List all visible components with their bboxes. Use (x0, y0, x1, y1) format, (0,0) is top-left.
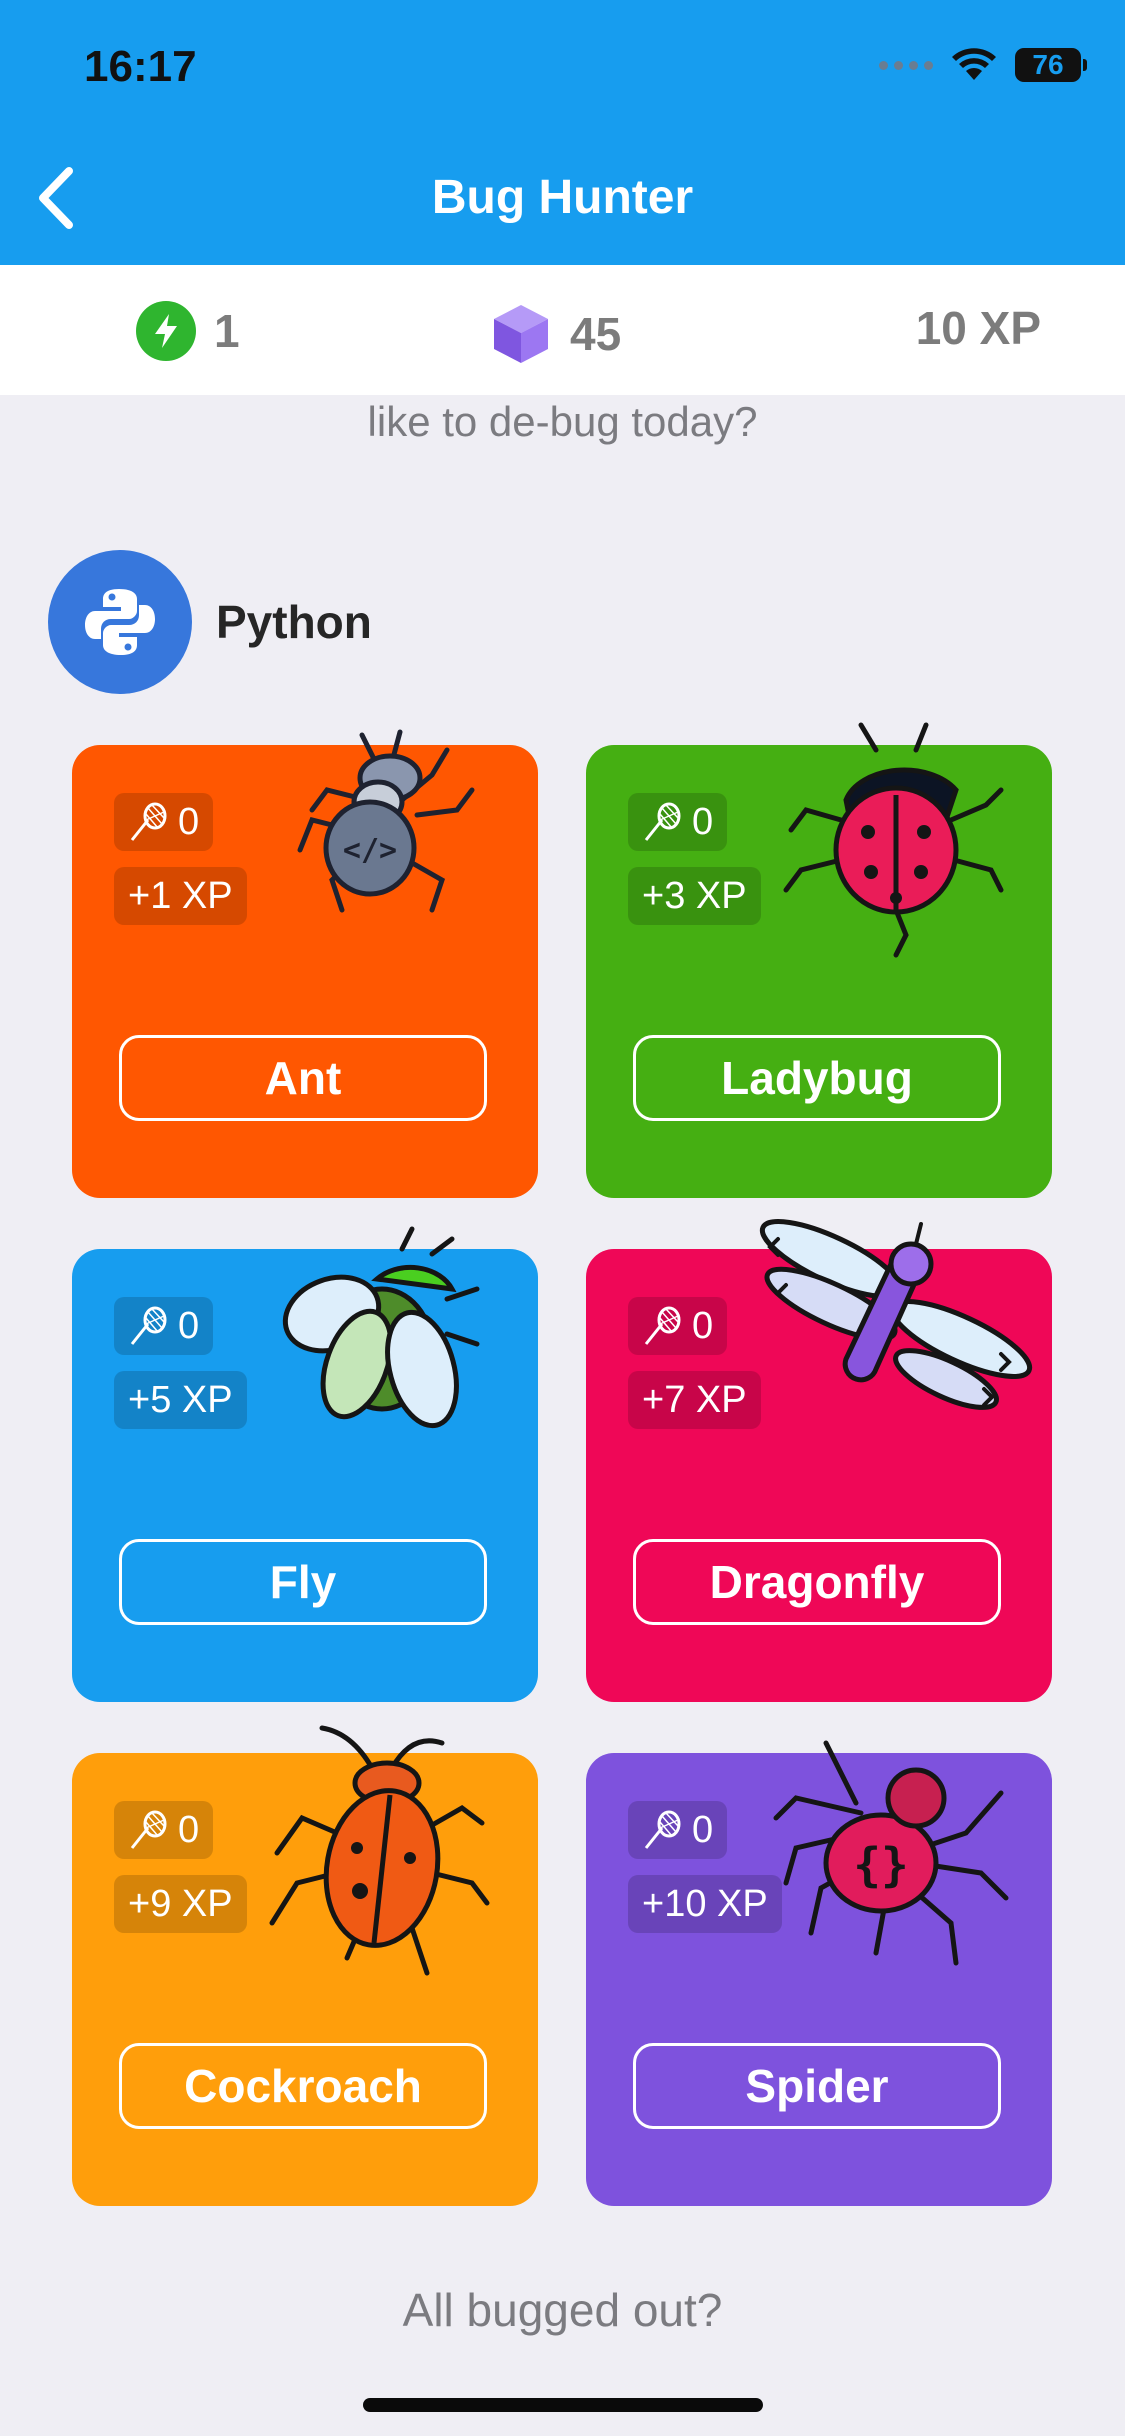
python-logo-icon (48, 550, 192, 694)
bug-net-icon (644, 1810, 681, 1849)
nets-count: 0 (178, 1808, 200, 1851)
dragonfly-icon (759, 1219, 1033, 1410)
nets-badge: 0 (114, 1297, 214, 1355)
gems-stat[interactable]: 45 (490, 301, 621, 367)
ant-button[interactable]: Ant (119, 1035, 487, 1121)
fly-icon (282, 1226, 480, 1429)
prompt-text: like to de-bug today? (367, 398, 758, 445)
bug-net-icon (644, 802, 681, 841)
nets-count: 0 (178, 1304, 200, 1347)
nets-count: 0 (692, 1304, 714, 1347)
ladybug-button[interactable]: Ladybug (633, 1035, 1001, 1121)
xp-reward-badge: +1 XP (114, 867, 247, 925)
xp-reward-badge: +7 XP (628, 1371, 761, 1429)
nets-badge: 0 (114, 1801, 214, 1859)
xp-reward-badge: +9 XP (114, 1875, 247, 1933)
bug-net-icon (130, 1810, 167, 1849)
nets-count: 0 (692, 1808, 714, 1851)
nets-count: 0 (178, 800, 200, 843)
cockroach-icon (269, 1725, 490, 1976)
status-time: 16:17 (84, 42, 197, 91)
energy-count: 1 (214, 305, 240, 357)
bug-net-icon (130, 802, 167, 841)
page-title: Bug Hunter (431, 171, 694, 224)
language-header: Python (48, 550, 372, 694)
bug-net-icon (644, 1306, 681, 1345)
bug-card-ant[interactable]: 0 +1 XP </> Ant (72, 729, 538, 1198)
bug-net-icon (130, 1306, 167, 1345)
nets-badge: 0 (628, 1297, 728, 1355)
cellular-signal-icon (879, 60, 933, 70)
lightning-icon (136, 301, 196, 361)
xp-reward-badge: +10 XP (628, 1875, 782, 1933)
home-indicator[interactable] (363, 2398, 763, 2412)
bug-card-spider[interactable]: 0 +10 XP {} Spider (586, 1740, 1052, 2206)
wifi-icon (952, 48, 996, 80)
ant-icon: </> (297, 729, 475, 913)
ladybug-icon (783, 722, 1004, 958)
xp-reward-badge: +3 XP (628, 867, 761, 925)
svg-text:</>: </> (343, 833, 397, 868)
xp-stat: 10 XP (916, 301, 1041, 355)
xp-total: 10 XP (915, 302, 1041, 354)
footer-text: All bugged out? (402, 2284, 723, 2336)
gems-count: 45 (570, 308, 622, 360)
nets-badge: 0 (114, 793, 214, 851)
status-icons: 76 (879, 48, 1087, 82)
cockroach-button[interactable]: Cockroach (119, 2043, 487, 2129)
spider-icon: {} (773, 1740, 1009, 1966)
svg-text:{}: {} (853, 1838, 908, 1892)
language-name: Python (216, 596, 372, 648)
dragonfly-button[interactable]: Dragonfly (633, 1539, 1001, 1625)
xp-reward-badge: +5 XP (114, 1371, 247, 1429)
bug-card-cockroach[interactable]: 0 +9 XP Cockroach (72, 1725, 538, 2206)
bug-card-fly[interactable]: 0 +5 XP Fly (72, 1226, 538, 1702)
battery-icon: 76 (1015, 48, 1087, 82)
nets-badge: 0 (628, 1801, 728, 1859)
spider-button[interactable]: Spider (633, 2043, 1001, 2129)
energy-stat[interactable]: 1 (136, 301, 240, 361)
stats-bar: 1 45 10 XP (0, 265, 1125, 395)
bug-card-dragonfly[interactable]: 0 +7 XP Dragonfly (586, 1219, 1052, 1702)
fly-button[interactable]: Fly (119, 1539, 487, 1625)
bug-card-ladybug[interactable]: 0 +3 XP Ladybug (586, 722, 1052, 1198)
nets-count: 0 (692, 800, 714, 843)
gem-cube-icon (494, 305, 548, 363)
nets-badge: 0 (628, 793, 728, 851)
app-header: 16:17 76 Bug Hunter (0, 0, 1125, 265)
